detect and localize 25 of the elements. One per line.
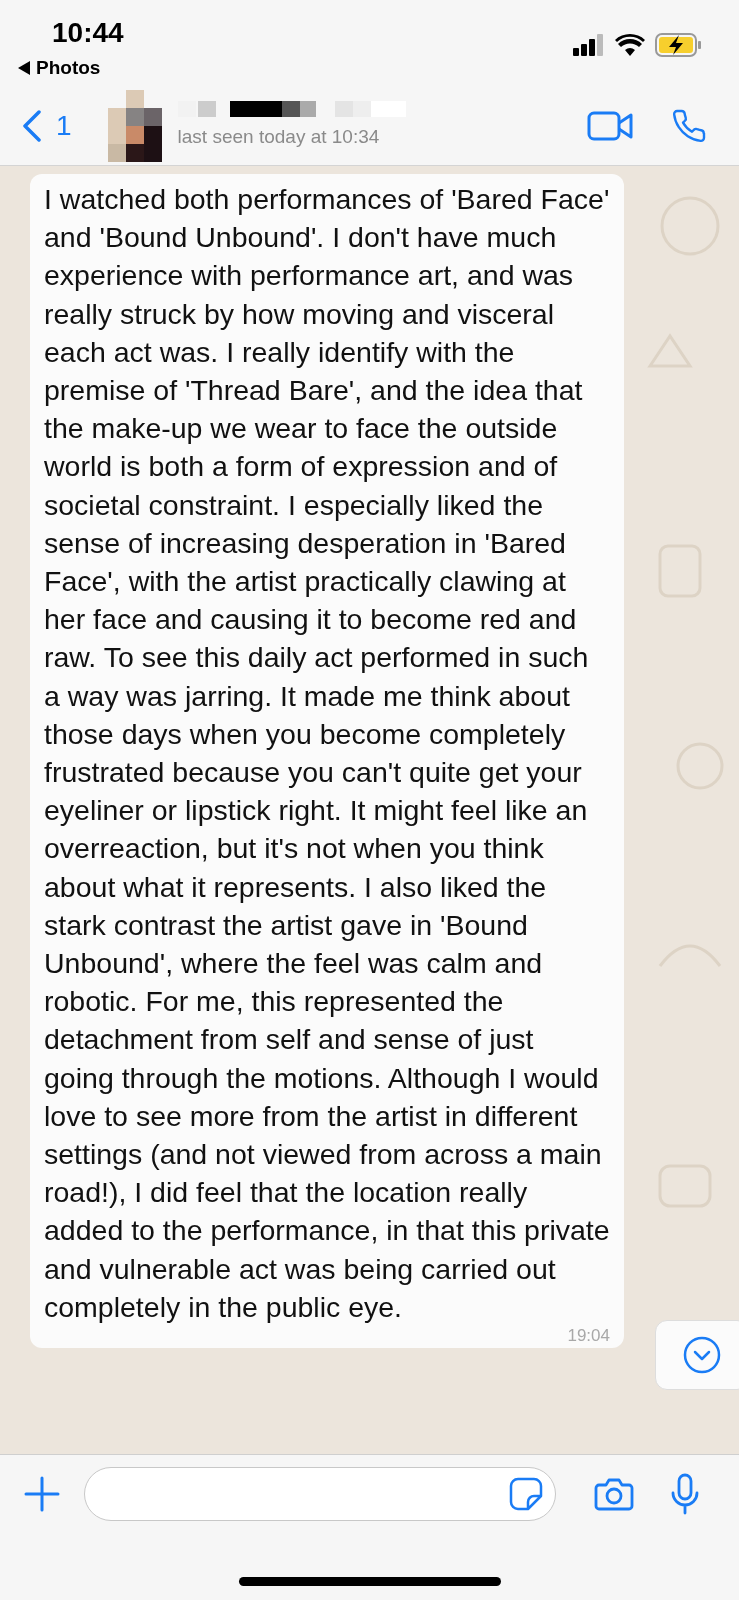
wifi-icon: [615, 34, 645, 56]
video-call-button[interactable]: [587, 110, 633, 141]
back-to-app-link[interactable]: Photos: [18, 54, 101, 83]
message-text: I watched both performances of 'Bared Face' and 'Bound Unbound'. I don't have much experience with performance art, and was really struck by how moving and visceral each act was. I really identify with the premise of 'Thread Bare', and the idea that the make-up we wear to face the outside world is both a form of expression and of societal constraint. I especially liked the sense of increasing desperation in 'Bared Face', with the artist practically clawing at her face and causing it to become red and raw. To see this daily act performed in such a way was jarring. It made me think about those days when you become completely frustrated because you can't quite get your eyeliner or lipstick right. It might feel like an overreaction, but it's not when you think about what it represents. I also liked the stark contrast the artist gave in 'Bound Unbound', where the feel was calm and robotic. For me, this represented the detachment from self and sense of just going through the motions. Although I would love to see more from the artist in different settings (and not viewed from across a main road!), I did feel that the location really added to the performance, in that this private and vulnerable act was being carried out completely in the public eye.: [44, 182, 610, 1325]
chevron-left-icon: [22, 109, 42, 142]
add-button[interactable]: [24, 1476, 60, 1512]
microphone-button[interactable]: [670, 1473, 700, 1515]
back-button[interactable]: 1: [22, 104, 72, 147]
microphone-icon: [670, 1473, 700, 1515]
video-camera-icon: [587, 110, 633, 141]
sticker-icon: [509, 1477, 543, 1511]
scroll-down-button[interactable]: [655, 1320, 739, 1390]
last-seen-status: last seen today at 10:34: [177, 125, 381, 150]
signal-icon: [573, 34, 605, 56]
back-triangle-icon: [18, 61, 30, 76]
voice-call-button[interactable]: [671, 107, 707, 144]
camera-icon: [594, 1477, 634, 1511]
plus-icon: [24, 1476, 60, 1512]
phone-icon: [671, 107, 707, 144]
battery-charging-icon: [655, 33, 701, 57]
message-time: 19:04: [567, 1326, 610, 1347]
message-input-field[interactable]: [84, 1467, 556, 1521]
status-time: 10:44: [52, 16, 124, 50]
chevron-down-circle-icon: [683, 1336, 721, 1374]
camera-button[interactable]: [594, 1477, 634, 1511]
